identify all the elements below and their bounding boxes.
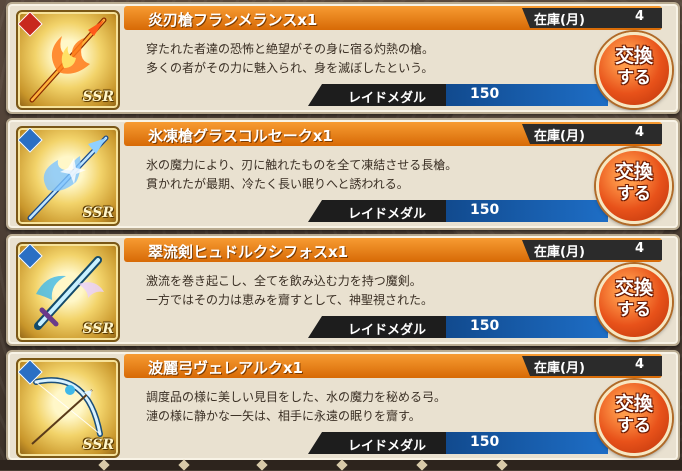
- stock-label: 在庫(月): [534, 13, 585, 28]
- stock-box: 在庫(月) 4: [522, 240, 662, 260]
- exchange-button-label: する: [617, 68, 651, 88]
- stock-label: 在庫(月): [534, 245, 585, 260]
- item-name: 炎刃槍フランメランスx1: [148, 11, 318, 29]
- description-line: 激流を巻き起こし、全てを飲み込む力を持つ魔剣。: [146, 274, 422, 288]
- weapon-thumbnail[interactable]: SSR: [16, 242, 120, 342]
- item-name: 波麗弓ヴェレアルクx1: [148, 359, 303, 377]
- currency-label: レイドメダル: [348, 323, 427, 338]
- currency-label: レイドメダル: [348, 207, 427, 222]
- item-description: 氷の魔力により、刃に触れたものを全て凍結させる長槍。 貫かれたが最期、冷たく長い…: [146, 156, 586, 194]
- exchange-button-label: 交換: [614, 277, 653, 299]
- exchange-button[interactable]: 交換 する: [596, 380, 672, 456]
- item-name-bar: 翠流剣ヒュドルクシフォスx1 在庫(月) 4: [124, 238, 662, 262]
- exchange-button-label: する: [617, 184, 651, 204]
- description-line: 多くの者がその力に魅入られ、身を滅ぼしたという。: [146, 61, 434, 75]
- stock-label: 在庫(月): [534, 129, 585, 144]
- price-bar: レイドメダル 150: [308, 316, 608, 338]
- exchange-button-label: する: [617, 416, 651, 436]
- price-value: 150: [470, 202, 500, 218]
- rarity-badge: SSR: [82, 437, 114, 453]
- item-name-bar: 波麗弓ヴェレアルクx1 在庫(月) 4: [124, 354, 662, 378]
- description-line: 穿たれた者達の恐怖と絶望がその身に宿る灼熱の槍。: [146, 42, 435, 56]
- price-value: 150: [470, 318, 500, 334]
- item-name-bar: 氷凍槍グラスコルセークx1 在庫(月) 4: [124, 122, 662, 146]
- stock-box: 在庫(月) 4: [522, 356, 662, 376]
- stock-value: 4: [634, 241, 644, 256]
- stock-box: 在庫(月) 4: [522, 8, 662, 28]
- description-line: 一方ではその力は恵みを齎すとして、神聖視された。: [146, 293, 434, 307]
- currency-label: レイドメダル: [348, 439, 427, 454]
- stock-value: 4: [634, 357, 644, 372]
- item-description: 調度品の様に美しい見目をした、水の魔力を秘める弓。 漣の様に静かな一矢は、相手に…: [146, 388, 586, 426]
- weapon-thumbnail[interactable]: SSR: [16, 358, 120, 458]
- description-line: 調度品の様に美しい見目をした、水の魔力を秘める弓。: [146, 390, 447, 404]
- stock-box: 在庫(月) 4: [522, 124, 662, 144]
- shop-item-card: SSR 炎刃槍フランメランスx1 在庫(月) 4 穿たれた者達の恐怖と絶望がその…: [6, 2, 680, 114]
- exchange-button-label: 交換: [614, 45, 653, 67]
- shop-item-card: SSR 翠流剣ヒュドルクシフォスx1 在庫(月) 4 激流を巻き起こし、全てを飲…: [6, 234, 680, 346]
- exchange-button-label: 交換: [614, 161, 653, 183]
- rarity-badge: SSR: [82, 89, 114, 105]
- price-value: 150: [470, 434, 500, 450]
- exchange-button-label: 交換: [614, 393, 653, 415]
- weapon-thumbnail[interactable]: SSR: [16, 10, 120, 110]
- description-line: 漣の様に静かな一矢は、相手に永遠の眠りを齎す。: [146, 409, 421, 423]
- item-description: 穿たれた者達の恐怖と絶望がその身に宿る灼熱の槍。 多くの者がその力に魅入られ、身…: [146, 40, 586, 78]
- price-bar: レイドメダル 150: [308, 200, 608, 222]
- currency-label: レイドメダル: [348, 91, 427, 106]
- stock-value: 4: [634, 9, 644, 24]
- item-description: 激流を巻き起こし、全てを飲み込む力を持つ魔剣。 一方ではその力は恵みを齎すとして…: [146, 272, 586, 310]
- rarity-badge: SSR: [82, 205, 114, 221]
- price-value: 150: [470, 86, 500, 102]
- price-bar: レイドメダル 150: [308, 84, 608, 106]
- exchange-button[interactable]: 交換 する: [596, 148, 672, 224]
- stock-value: 4: [634, 125, 644, 140]
- rarity-badge: SSR: [82, 321, 114, 337]
- price-bar: レイドメダル 150: [308, 432, 608, 454]
- shop-item-card: SSR 波麗弓ヴェレアルクx1 在庫(月) 4 調度品の様に美しい見目をした、水…: [6, 350, 680, 462]
- stock-label: 在庫(月): [534, 361, 585, 376]
- weapon-thumbnail[interactable]: SSR: [16, 126, 120, 226]
- item-name: 翠流剣ヒュドルクシフォスx1: [148, 243, 349, 261]
- item-name: 氷凍槍グラスコルセークx1: [148, 127, 333, 145]
- description-line: 氷の魔力により、刃に触れたものを全て凍結させる長槍。: [146, 158, 458, 172]
- exchange-button[interactable]: 交換 する: [596, 264, 672, 340]
- exchange-button[interactable]: 交換 する: [596, 32, 672, 108]
- description-line: 貫かれたが最期、冷たく長い眠りへと誘われる。: [146, 177, 409, 191]
- exchange-button-label: する: [617, 300, 651, 320]
- item-name-bar: 炎刃槍フランメランスx1 在庫(月) 4: [124, 6, 662, 30]
- shop-item-card: SSR 氷凍槍グラスコルセークx1 在庫(月) 4 氷の魔力により、刃に触れたも…: [6, 118, 680, 230]
